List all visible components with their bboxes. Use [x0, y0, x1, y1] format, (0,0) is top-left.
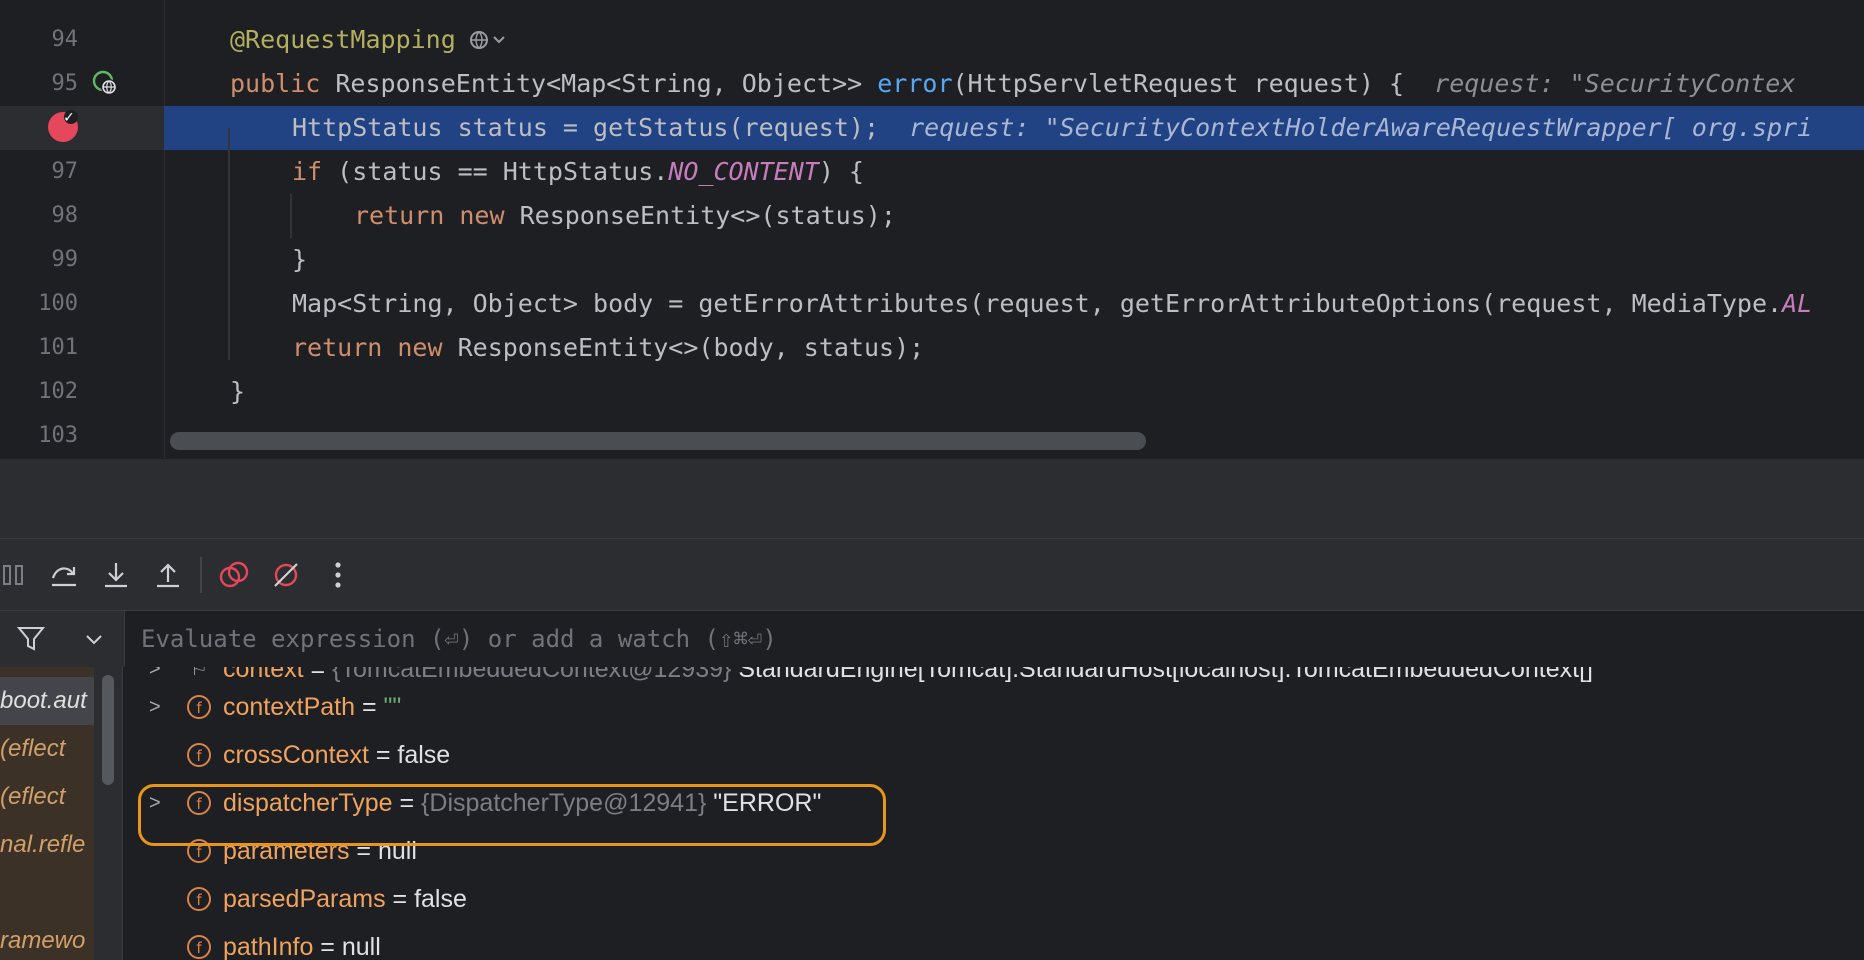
code-line-94[interactable]: 94 @RequestMapping	[0, 18, 1864, 62]
variable-row[interactable]: > f contextPath = ""	[123, 683, 1864, 731]
annotation-request-mapping: @RequestMapping	[230, 25, 456, 54]
chevron-down-icon[interactable]	[82, 627, 106, 651]
indent-guide	[228, 128, 230, 360]
annotation-highlight-box	[138, 784, 886, 846]
debug-toolbar	[0, 538, 1864, 611]
frame-item[interactable]: boot.aut	[0, 677, 94, 725]
code-line-101[interactable]: 101 return new ResponseEntity<>(body, st…	[0, 326, 1864, 370]
line-number: 98	[51, 203, 79, 228]
frames-panel: boot.aut eflect) eflect) nal.refle ramew…	[0, 667, 123, 960]
frames-scrollbar[interactable]	[102, 675, 114, 785]
web-endpoint-icon[interactable]	[92, 70, 118, 96]
inline-value-hint: request: "SecurityContex	[1434, 69, 1796, 98]
field-icon: f	[187, 695, 211, 719]
line-number: 102	[38, 379, 78, 404]
step-over-icon[interactable]	[44, 553, 84, 597]
variable-row[interactable]: f crossContext = false	[123, 731, 1864, 779]
code-editor[interactable]: 94 @RequestMapping 95 public ResponseEnt…	[0, 0, 1864, 458]
filter-icon[interactable]	[16, 625, 46, 653]
view-breakpoints-icon[interactable]	[214, 553, 254, 597]
closing-brace: }	[292, 245, 308, 274]
body-assignment: Map<String, Object> body = getErrorAttri…	[292, 289, 1813, 318]
line-number: 103	[38, 423, 78, 448]
if-statement: if (status == HttpStatus.NO_CONTENT) {	[292, 157, 864, 186]
return-statement: return new ResponseEntity<>(status);	[354, 201, 896, 230]
current-statement: HttpStatus status = getStatus(request); …	[292, 113, 1813, 142]
frame-item[interactable]: ramewo	[0, 917, 94, 960]
line-number: 97	[51, 159, 79, 184]
field-icon: f	[187, 935, 211, 959]
breakpoint-check-icon: ✓	[64, 107, 74, 126]
evaluate-expression-input[interactable]: Evaluate expression (⏎) or add a watch (…	[124, 611, 1864, 667]
code-line-96-current[interactable]: HttpStatus status = getStatus(request); …	[0, 106, 1864, 150]
pause-icon[interactable]	[0, 553, 34, 597]
flag-icon: ⚐	[190, 667, 208, 680]
inline-value-hint: request: "SecurityContextHolderAwareRequ…	[909, 113, 1813, 142]
line-number: 101	[38, 335, 78, 360]
variable-row[interactable]: f parsedParams = false	[123, 875, 1864, 923]
evaluate-bar: Evaluate expression (⏎) or add a watch (…	[0, 610, 1864, 668]
debug-tool-window-header	[0, 458, 1864, 539]
line-number: 100	[38, 291, 78, 316]
line-number: 94	[51, 27, 79, 52]
toolbar-separator	[200, 557, 202, 593]
code-line-95[interactable]: 95 public ResponseEntity<Map<String, Obj…	[0, 62, 1864, 106]
code-line-99[interactable]: 99 }	[0, 238, 1864, 282]
horizontal-scrollbar[interactable]	[170, 432, 1146, 450]
step-into-icon[interactable]	[96, 553, 136, 597]
field-icon: f	[187, 887, 211, 911]
code-line-98[interactable]: 98 return new ResponseEntity<>(status);	[0, 194, 1864, 238]
frame-item[interactable]: eflect)	[0, 773, 94, 821]
code-line-97[interactable]: 97 if (status == HttpStatus.NO_CONTENT) …	[0, 150, 1864, 194]
chevron-right-icon[interactable]: >	[149, 683, 161, 731]
line-number: 95	[51, 71, 79, 96]
return-statement: return new ResponseEntity<>(body, status…	[292, 333, 925, 362]
breakpoint-gutter[interactable]	[0, 106, 164, 150]
code-line-102[interactable]: 102 }	[0, 370, 1864, 414]
more-icon[interactable]	[318, 553, 358, 597]
field-icon: f	[187, 743, 211, 767]
frame-item[interactable]: nal.refle	[0, 821, 94, 869]
closing-brace: }	[230, 377, 246, 406]
code-line-100[interactable]: 100 Map<String, Object> body = getErrorA…	[0, 282, 1864, 326]
indent-guide	[290, 194, 292, 238]
step-out-icon[interactable]	[148, 553, 188, 597]
line-number: 99	[51, 247, 79, 272]
variable-row[interactable]: f pathInfo = null	[123, 923, 1864, 960]
globe-icon[interactable]	[470, 30, 508, 50]
frame-item[interactable]: eflect)	[0, 725, 94, 773]
frame-item[interactable]	[0, 869, 94, 917]
mute-breakpoints-icon[interactable]	[266, 553, 306, 597]
method-signature: public ResponseEntity<Map<String, Object…	[230, 69, 1796, 98]
